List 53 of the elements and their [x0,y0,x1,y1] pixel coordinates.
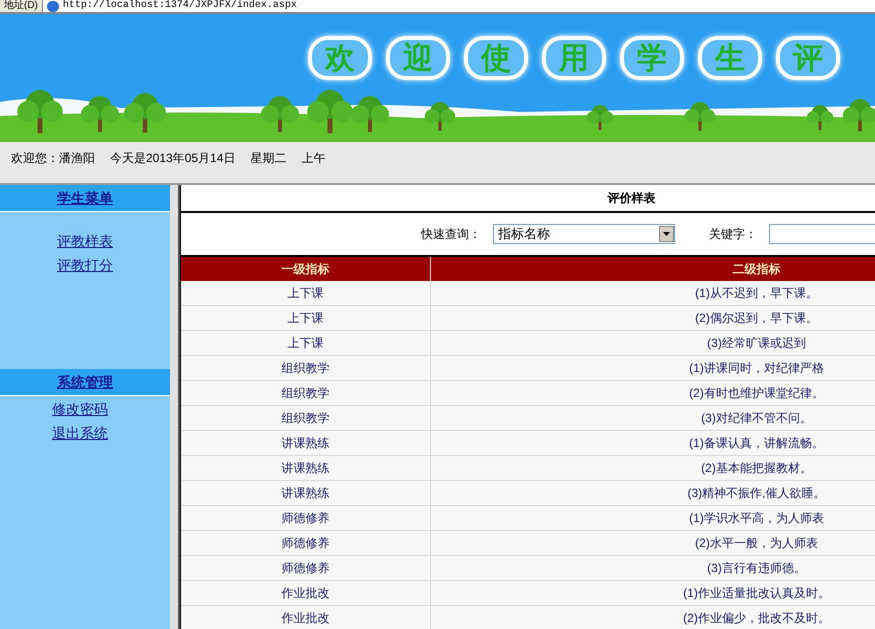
table-cell-text: (3)经常旷课或迟到 [706,335,807,352]
column-header: 二级指标 [732,261,782,278]
table-cell: 上下课 [181,306,431,330]
table-cell-text: (1)学识水平高，为人师表 [688,510,825,527]
section-title[interactable]: 学生菜单 [57,188,113,208]
table-cell: 作业批改 [181,581,431,605]
user-greeting: 欢迎您：潘渔阳 [11,150,95,167]
banner-title-letter: 评 [776,36,840,80]
banner-title-letter: 使 [464,36,528,80]
table-cell: 讲课熟练 [181,456,431,480]
browser-icon [46,0,59,12]
table-cell: 组织教学 [181,406,431,430]
banner-title-letter: 学 [620,36,684,80]
page-title: 评价样表 [608,190,656,207]
table-cell: 组织教学 [181,381,431,405]
search-label: 快速查询： [421,226,481,243]
banner-title-letter: 欢 [308,36,372,80]
table-cell-text: (1)讲课同时，对纪律严格 [688,360,825,377]
table-cell-text: (3)精神不振作,催人欲睡。 [686,485,826,502]
table-cell-text: (2)基本能把握教材。 [700,460,813,477]
table-cell-text: (1)作业适量批改认真及时。 [682,585,831,602]
banner-title-letter: 生 [698,36,762,80]
table-cell-text: (2)水平一般，为人师表 [694,535,819,552]
table-cell: 讲课熟练 [181,481,431,505]
table-cell-text: (1)从不迟到，早下课。 [694,285,819,302]
table-cell: 上下课 [181,331,431,355]
address-label: 地址(D) [3,0,39,12]
weekday-text: 星期二 [250,150,286,167]
url-field[interactable]: http://localhost:1374/JXPJFX/index.aspx [42,0,875,12]
table-cell: 上下课 [181,281,431,305]
table-cell: 讲课熟练 [181,431,431,455]
table-cell-text: (3)言行有违师德。 [706,560,807,577]
date-text: 今天是2013年05月14日 [110,150,236,167]
table-cell: 师德修养 [181,506,431,530]
sidebar-link[interactable]: 修改密码 [52,400,108,418]
sidebar-link[interactable]: 评教打分 [57,256,113,274]
table-cell-text: (2)有时也维护课堂纪律。 [688,385,825,402]
table-cell: 师德修养 [181,531,431,555]
table-cell-text: (2)偶尔迟到，早下课。 [694,310,819,327]
table-cell-text: (2)作业偏少，批改不及时。 [682,610,831,627]
sidebar-link[interactable]: 评教样表 [57,232,113,250]
field-select[interactable]: 指标名称 [493,224,675,244]
table-cell-text: (3)对纪律不管不问。 [700,410,813,427]
banner-title-letter: 迎 [386,36,450,80]
period-text: 上午 [301,150,326,167]
table-cell: 师德修养 [181,556,431,580]
table-cell: 作业批改 [181,606,431,629]
banner-title-letter: 用 [542,36,606,80]
keyword-label: 关键字： [709,226,757,243]
section-title[interactable]: 系统管理 [57,372,113,392]
table-cell-text: (1)备课认真，讲解流畅。 [688,435,825,452]
table-cell: 组织教学 [181,356,431,380]
sidebar-link[interactable]: 退出系统 [52,424,108,442]
